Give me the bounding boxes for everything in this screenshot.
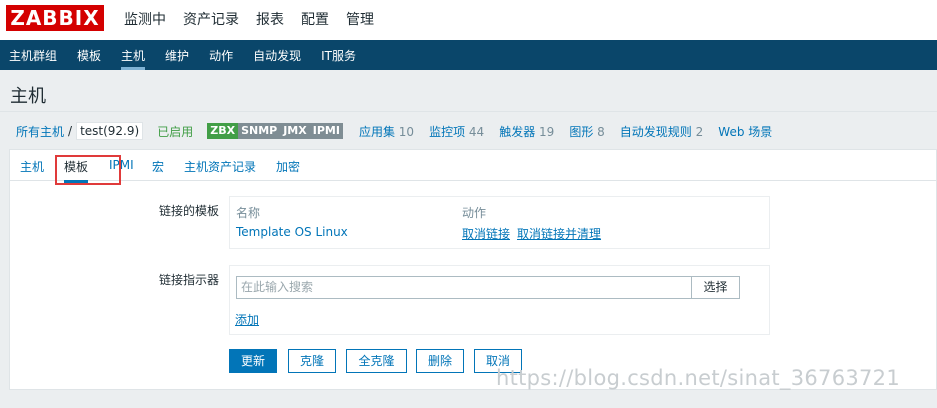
watermark: https://blog.csdn.net/sinat_36763721 (496, 366, 901, 390)
badge-jmx: JMX (280, 123, 310, 139)
tab-macros[interactable]: 宏 (152, 158, 164, 175)
host-form-panel: 主机 模板 IPMI 宏 主机资产记录 加密 链接的模板 名称 动作 Templ… (9, 149, 937, 390)
tab-host[interactable]: 主机 (20, 158, 44, 175)
top-menu-configuration[interactable]: 配置 (301, 9, 329, 29)
sub-menu-host-groups[interactable]: 主机群组 (9, 47, 57, 70)
badge-ipmi: IPMI (309, 123, 343, 139)
badge-snmp: SNMP (238, 123, 281, 139)
sub-menu-discovery[interactable]: 自动发现 (253, 47, 301, 70)
update-button[interactable]: 更新 (229, 349, 277, 373)
triggers-count: 19 (539, 124, 555, 139)
linked-templates-table: 名称 动作 Template OS Linux 取消链接 取消链接并清理 (229, 196, 770, 249)
top-menu-administration[interactable]: 管理 (346, 9, 374, 29)
sub-menu-it-services[interactable]: IT服务 (321, 47, 356, 70)
availability-badges: ZBX SNMP JMX IPMI (207, 123, 343, 139)
applications-count: 10 (398, 124, 415, 139)
top-menu-monitoring[interactable]: 监测中 (124, 9, 166, 29)
tab-encryption[interactable]: 加密 (276, 158, 300, 175)
column-name-header: 名称 (236, 206, 261, 220)
sub-menu-maintenance[interactable]: 维护 (165, 47, 189, 70)
all-hosts-link[interactable]: 所有主机 (16, 123, 64, 140)
top-menu: 监测中 资产记录 报表 配置 管理 (124, 9, 391, 29)
select-button[interactable]: 选择 (691, 276, 740, 299)
top-menu-inventory[interactable]: 资产记录 (183, 9, 239, 29)
breadcrumb-separator: / (68, 124, 73, 138)
triggers-label: 触发器 (499, 124, 536, 139)
graphs-link[interactable]: 图形 8 (569, 123, 604, 140)
items-count: 44 (468, 124, 485, 139)
applications-label: 应用集 (358, 124, 395, 139)
sub-menu-bar: 主机群组 模板 主机 维护 动作 自动发现 IT服务 (0, 40, 937, 70)
host-navigation: 所有主机 / test(92.9) 已启用 ZBX SNMP JMX IPMI … (16, 120, 787, 142)
web-scenarios-link[interactable]: Web 场景 (718, 123, 772, 140)
badge-zbx: ZBX (207, 123, 239, 139)
sub-menu: 主机群组 模板 主机 维护 动作 自动发现 IT服务 (9, 47, 376, 70)
top-bar: ZABBIX 监测中 资产记录 报表 配置 管理 (0, 0, 937, 40)
items-link[interactable]: 监控项 44 (429, 123, 484, 140)
link-indicator-label: 链接指示器 (159, 273, 220, 287)
highlight-box (55, 155, 121, 185)
linked-templates-label: 链接的模板 (159, 204, 220, 218)
host-status: 已启用 (157, 124, 194, 139)
discovery-rules-link[interactable]: 自动发现规则 2 (620, 123, 703, 140)
applications-link[interactable]: 应用集 10 (359, 123, 414, 140)
graphs-count: 8 (597, 124, 605, 139)
form-tabs: 主机 模板 IPMI 宏 主机资产记录 加密 (10, 150, 936, 183)
tab-inventory[interactable]: 主机资产记录 (184, 158, 256, 175)
items-label: 监控项 (429, 124, 466, 139)
page-title: 主机 (10, 86, 46, 107)
divider (0, 111, 937, 112)
discovery-rules-count: 2 (695, 124, 704, 139)
column-action-header: 动作 (462, 206, 487, 220)
triggers-link[interactable]: 触发器 19 (499, 123, 554, 140)
top-menu-reports[interactable]: 报表 (256, 9, 284, 29)
sub-menu-hosts[interactable]: 主机 (121, 47, 146, 70)
graphs-label: 图形 (569, 124, 594, 139)
unlink-button[interactable]: 取消链接 (462, 225, 510, 242)
template-search-input[interactable]: 在此输入搜索 (236, 276, 692, 299)
full-clone-button[interactable]: 全克隆 (346, 349, 407, 373)
clone-button[interactable]: 克隆 (288, 349, 336, 373)
web-scenarios-label: Web 场景 (718, 124, 773, 139)
discovery-rules-label: 自动发现规则 (619, 124, 692, 139)
sub-menu-templates[interactable]: 模板 (77, 47, 101, 70)
delete-button[interactable]: 删除 (416, 349, 464, 373)
template-os-linux-link[interactable]: Template OS Linux (236, 225, 348, 239)
sub-menu-actions[interactable]: 动作 (209, 47, 233, 70)
unlink-and-clear-button[interactable]: 取消链接并清理 (517, 225, 601, 242)
zabbix-logo[interactable]: ZABBIX (6, 5, 104, 31)
host-name: test(92.9) (76, 122, 144, 140)
add-link[interactable]: 添加 (235, 311, 259, 328)
